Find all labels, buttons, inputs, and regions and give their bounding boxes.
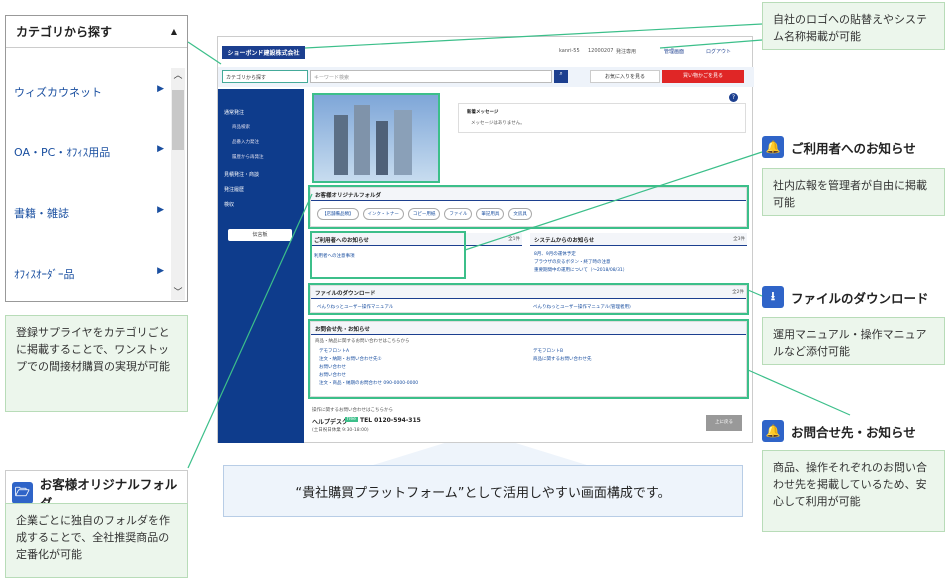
connector-lines (187, 23, 851, 469)
